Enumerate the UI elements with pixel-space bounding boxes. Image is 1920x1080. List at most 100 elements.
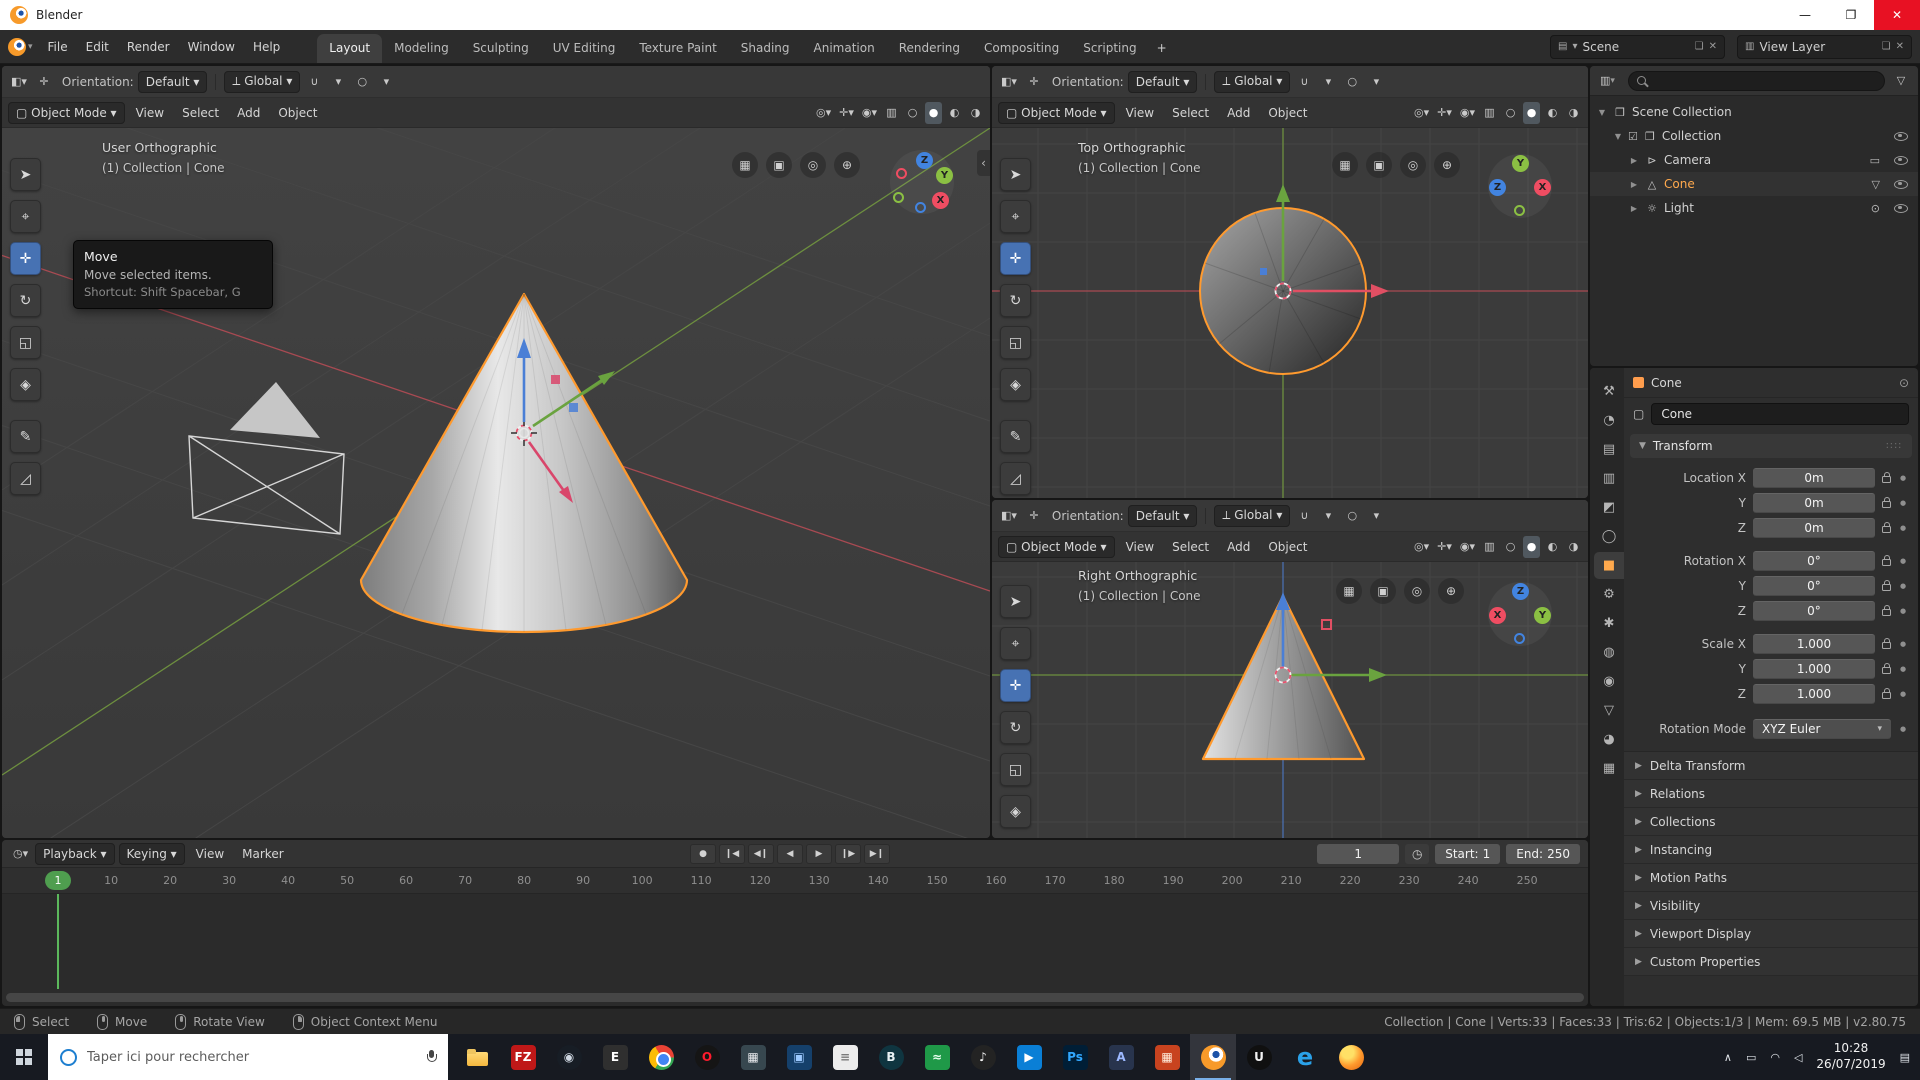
value-field[interactable]: 0m: [1753, 518, 1875, 538]
chrome[interactable]: [638, 1034, 684, 1080]
pan-hand-icon[interactable]: ◎: [1400, 152, 1426, 178]
properties-tab-output[interactable]: ▤: [1594, 436, 1624, 463]
photoshop[interactable]: Ps: [1052, 1034, 1098, 1080]
taskbar-app-16[interactable]: ▦: [1144, 1034, 1190, 1080]
snap-dropdown[interactable]: ▾: [1318, 505, 1338, 527]
add-workspace-button[interactable]: +: [1149, 34, 1175, 63]
new-view-layer-button[interactable]: ❏: [1882, 41, 1891, 52]
viewport-menu-view[interactable]: View: [1119, 537, 1161, 557]
tab-compositing[interactable]: Compositing: [972, 34, 1071, 63]
expand-caret[interactable]: ▶: [1628, 156, 1640, 165]
gizmo-axis-x[interactable]: X: [1534, 179, 1551, 196]
close-button[interactable]: ✕: [1874, 0, 1920, 30]
gizmo-axis-neg-z[interactable]: [1514, 633, 1525, 644]
xray-toggle[interactable]: ▥: [1481, 536, 1498, 558]
taskbar-clock[interactable]: 10:28 26/07/2019: [1816, 1041, 1885, 1072]
perspective-grid-icon[interactable]: ▦: [1336, 578, 1362, 604]
current-frame-badge[interactable]: 1: [45, 871, 71, 890]
start-frame-field[interactable]: Start: 1: [1435, 844, 1500, 864]
outliner-row-scene-collection[interactable]: ▼❒Scene Collection: [1590, 100, 1918, 124]
object-name-field[interactable]: Cone: [1651, 403, 1909, 425]
opera[interactable]: O: [684, 1034, 730, 1080]
orientation-dropdown[interactable]: Default ▾: [1128, 505, 1198, 527]
view-layer-selector[interactable]: ▥ View Layer ❏ ✕: [1737, 35, 1912, 59]
transform-tool[interactable]: ◈: [1000, 368, 1031, 401]
transport-play[interactable]: ▶: [806, 844, 832, 864]
gizmo-axis-neg-z[interactable]: [915, 202, 926, 213]
orientation-dropdown[interactable]: Default ▾: [1128, 71, 1198, 93]
value-field[interactable]: 0°: [1753, 576, 1875, 596]
taskbar-app-10[interactable]: B: [868, 1034, 914, 1080]
edge[interactable]: e: [1282, 1034, 1328, 1080]
value-field[interactable]: 0°: [1753, 601, 1875, 621]
viewport-menu-add[interactable]: Add: [230, 103, 267, 123]
rotation-mode-dropdown[interactable]: XYZ Euler ▾: [1753, 719, 1891, 739]
snap-dropdown[interactable]: ▾: [328, 71, 348, 93]
animate-dot[interactable]: ●: [1898, 582, 1908, 590]
outliner-row-camera[interactable]: ▶⊳Camera▭: [1590, 148, 1918, 172]
viewport-menu-object[interactable]: Object: [1261, 537, 1314, 557]
viewport-canvas-top[interactable]: [992, 66, 1588, 498]
taskbar-app-8[interactable]: ▣: [776, 1034, 822, 1080]
blender[interactable]: [1190, 1034, 1236, 1080]
visibility-dropdown[interactable]: ◎▾: [1412, 102, 1431, 124]
shading-wireframe-button[interactable]: ○: [1502, 536, 1519, 558]
properties-tab-object-data[interactable]: ▽: [1594, 697, 1624, 724]
transform-panel-header[interactable]: ▼ Transform ∷∷: [1630, 434, 1912, 458]
transport-play-reverse[interactable]: ◀: [777, 844, 803, 864]
outliner-row-cone[interactable]: ▶△Cone▽: [1590, 172, 1918, 196]
shading-rendered-button[interactable]: ◑: [967, 102, 984, 124]
proportional-edit-toggle[interactable]: ○: [1342, 71, 1362, 93]
proportional-edit-toggle[interactable]: ○: [352, 71, 372, 93]
panel-viewport-display[interactable]: ▶Viewport Display: [1624, 920, 1918, 948]
menu-file[interactable]: File: [39, 36, 77, 58]
proportional-dropdown[interactable]: ▾: [376, 71, 396, 93]
shading-material-button[interactable]: ◐: [1544, 102, 1561, 124]
shading-wireframe-button[interactable]: ○: [904, 102, 921, 124]
navigation-gizmo[interactable]: YZ X: [1488, 154, 1552, 218]
panel-custom-properties[interactable]: ▶Custom Properties: [1624, 948, 1918, 976]
navigation-gizmo[interactable]: ZYX: [890, 150, 954, 214]
viewport-menu-select[interactable]: Select: [1165, 103, 1216, 123]
properties-tab-texture[interactable]: ▦: [1594, 755, 1624, 782]
viewport-3d-right[interactable]: ◧▾✛Orientation:Default ▾⟂ Global ▾∪▾○▾▢ …: [992, 500, 1588, 838]
lock-icon[interactable]: [1882, 501, 1891, 508]
scale-tool[interactable]: ◱: [10, 326, 41, 359]
cursor-tool[interactable]: ⌖: [1000, 627, 1031, 660]
gizmo-axis-z[interactable]: Z: [1489, 179, 1506, 196]
transform-tool[interactable]: ◈: [10, 368, 41, 401]
gizmo-axis-neg-y[interactable]: [893, 192, 904, 203]
animate-dot[interactable]: ●: [1898, 665, 1908, 673]
gizmo-axis-neg-y[interactable]: [1514, 205, 1525, 216]
minimize-button[interactable]: —: [1782, 0, 1828, 30]
properties-tab-object[interactable]: ■: [1594, 552, 1624, 579]
timeline-menu-view[interactable]: View: [189, 844, 231, 864]
mode-dropdown[interactable]: ▢ Object Mode ▾: [998, 536, 1115, 558]
properties-tab-material[interactable]: ◕: [1594, 726, 1624, 753]
lock-icon[interactable]: [1882, 692, 1891, 699]
collapse-caret[interactable]: ▼: [1612, 132, 1624, 141]
end-frame-field[interactable]: End: 250: [1506, 844, 1580, 864]
timeline-editor[interactable]: ◷▾Playback ▾Keying ▾ViewMarker ●❙◀◀❙◀▶❙▶…: [2, 840, 1588, 1006]
tray-volume-icon[interactable]: ◁: [1794, 1051, 1802, 1064]
editor-type-selector[interactable]: ◧▾: [998, 505, 1020, 527]
new-scene-button[interactable]: ❏: [1695, 41, 1704, 52]
transform-orientation-dropdown[interactable]: ⟂ Global ▾: [224, 71, 300, 93]
tab-uv-editing[interactable]: UV Editing: [541, 34, 628, 63]
shading-wireframe-button[interactable]: ○: [1502, 102, 1519, 124]
editor-type-selector[interactable]: ◧▾: [8, 71, 30, 93]
animate-dot[interactable]: ●: [1898, 557, 1908, 565]
animate-dot[interactable]: ●: [1898, 640, 1908, 648]
lock-icon[interactable]: [1882, 609, 1891, 616]
panel-motion-paths[interactable]: ▶Motion Paths: [1624, 864, 1918, 892]
outliner-search-input[interactable]: [1628, 71, 1885, 91]
visibility-dropdown[interactable]: ◎▾: [814, 102, 833, 124]
tab-modeling[interactable]: Modeling: [382, 34, 461, 63]
viewport-menu-object[interactable]: Object: [1261, 103, 1314, 123]
animate-dot[interactable]: ●: [1898, 499, 1908, 507]
menu-render[interactable]: Render: [118, 36, 179, 58]
gizmos-dropdown[interactable]: ✛▾: [837, 102, 856, 124]
shading-material-button[interactable]: ◐: [1544, 536, 1561, 558]
gizmo-axis-y[interactable]: Y: [1512, 155, 1529, 172]
timeline-playback-dropdown[interactable]: Playback ▾: [35, 843, 114, 865]
